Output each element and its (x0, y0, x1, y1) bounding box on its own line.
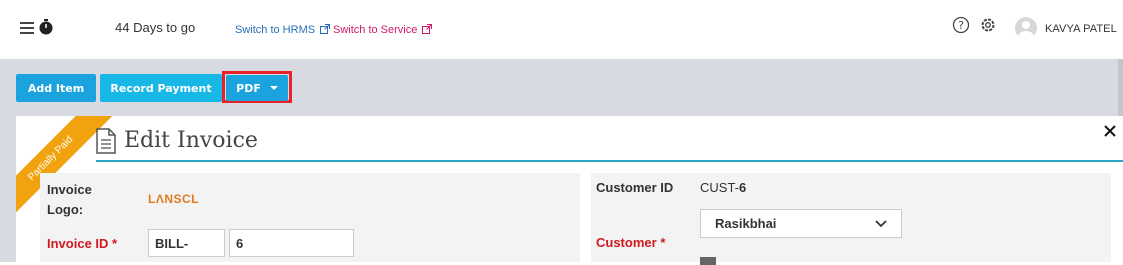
invoice-id-label-text: Invoice ID (47, 236, 109, 251)
title-divider (96, 160, 1123, 162)
switch-hrms-label[interactable]: Switch to HRMS (235, 24, 315, 36)
pdf-dropdown-button[interactable]: PDF (226, 75, 288, 101)
switch-service-label[interactable]: Switch to Service (333, 24, 417, 36)
menu-icon[interactable] (20, 22, 34, 34)
external-link-icon (320, 24, 331, 34)
required-marker: * (112, 236, 118, 251)
add-item-button[interactable]: Add Item (16, 74, 96, 102)
switch-service-link[interactable]: Switch to Service (333, 24, 433, 36)
customer-id-number: 6 (739, 180, 747, 195)
user-icon (1018, 21, 1034, 39)
customer-select-value: Rasikbhai (715, 216, 777, 231)
customer-label: Customer * (596, 235, 665, 250)
required-marker: * (660, 235, 666, 250)
invoice-id-prefix-input[interactable] (148, 229, 225, 257)
page-title: Edit Invoice (124, 128, 258, 153)
add-customer-icon[interactable] (700, 257, 716, 265)
caret-down-icon (269, 86, 278, 90)
chevron-down-icon (875, 220, 887, 228)
invoice-logo-label-line1: Invoice (47, 182, 92, 197)
top-bar: 44 Days to go Switch to HRMS Switch to S… (0, 0, 1123, 59)
close-icon[interactable] (1103, 124, 1117, 138)
help-icon[interactable]: ? (952, 16, 970, 34)
document-icon (96, 128, 116, 154)
invoice-logo-label-line2: Logo: (47, 202, 84, 217)
timer-icon (39, 19, 53, 35)
customer-id-label: Customer ID (596, 180, 674, 195)
invoice-id-label: Invoice ID * (47, 236, 117, 251)
user-name[interactable]: KAVYA PATEL (1045, 23, 1117, 35)
pdf-label: PDF (236, 81, 261, 95)
customer-label-text: Customer (596, 235, 657, 250)
company-logo[interactable]: LΛNSCL (148, 192, 199, 206)
customer-id-prefix: CUST- (700, 180, 739, 195)
svg-text:?: ? (958, 19, 964, 32)
invoice-id-number-input[interactable] (229, 229, 354, 257)
customer-select[interactable]: Rasikbhai (700, 209, 902, 238)
customer-id-value: CUST-6 (700, 180, 746, 195)
external-link-icon (422, 24, 433, 34)
gear-icon[interactable] (979, 16, 997, 34)
countdown-text: 44 Days to go (115, 20, 196, 35)
switch-hrms-link[interactable]: Switch to HRMS (235, 24, 331, 36)
avatar[interactable] (1015, 17, 1037, 39)
record-payment-button[interactable]: Record Payment (100, 74, 222, 102)
